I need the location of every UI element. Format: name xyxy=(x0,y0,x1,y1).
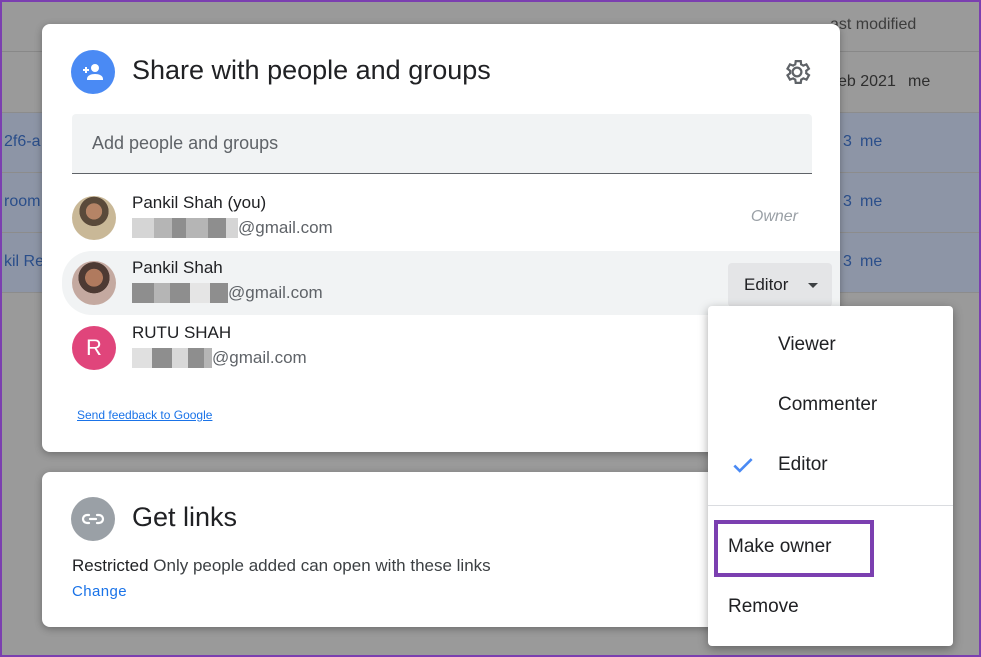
role-menu: Viewer Commenter Editor Make owner Remov… xyxy=(708,306,953,646)
email-domain: @gmail.com xyxy=(228,283,323,302)
menu-divider xyxy=(708,505,953,506)
redacted-block xyxy=(154,283,170,303)
menu-item-commenter[interactable]: Commenter xyxy=(708,376,953,436)
redacted-block xyxy=(188,348,204,368)
access-status: Restricted Only people added can open wi… xyxy=(72,556,491,576)
file-modified-date: 3 xyxy=(843,253,852,270)
menu-item-viewer[interactable]: Viewer xyxy=(708,316,953,376)
file-modified-by: me xyxy=(860,133,883,150)
file-name: room xyxy=(4,193,41,210)
redacted-block xyxy=(190,283,210,303)
gear-icon[interactable] xyxy=(782,57,812,87)
file-modified-by: me xyxy=(908,73,931,90)
redacted-block xyxy=(152,348,172,368)
redacted-block xyxy=(186,218,208,238)
link-icon xyxy=(71,497,115,541)
chevron-down-icon xyxy=(808,283,818,288)
file-modified-by: me xyxy=(860,253,883,270)
menu-item-label: Remove xyxy=(728,596,799,617)
redacted-block xyxy=(208,218,226,238)
add-people-input[interactable] xyxy=(72,114,812,174)
role-dropdown-label: Editor xyxy=(744,275,789,294)
redacted-block xyxy=(154,218,172,238)
redacted-block xyxy=(226,218,238,238)
get-links-title: Get links xyxy=(132,502,238,532)
role-label-owner: Owner xyxy=(750,208,798,225)
menu-item-editor[interactable]: Editor xyxy=(708,436,953,496)
avatar xyxy=(72,196,116,240)
redacted-block xyxy=(172,218,186,238)
annotation-highlight-box xyxy=(714,520,874,577)
redacted-block xyxy=(210,283,228,303)
person-email: @gmail.com xyxy=(132,283,323,303)
restricted-description: Only people added can open with these li… xyxy=(153,556,491,575)
person-name: RUTU SHAH xyxy=(132,323,232,342)
email-domain: @gmail.com xyxy=(212,348,307,367)
check-icon xyxy=(730,452,756,478)
redacted-block xyxy=(172,348,188,368)
menu-item-label: Viewer xyxy=(778,334,836,355)
redacted-block xyxy=(204,348,212,368)
file-name: 2f6-a xyxy=(4,133,41,150)
column-last-modified[interactable]: ast modified xyxy=(830,16,916,34)
dialog-title: Share with people and groups xyxy=(132,55,491,85)
person-email: @gmail.com xyxy=(132,218,333,238)
file-modified-date: eb 2021 xyxy=(838,73,896,90)
avatar xyxy=(72,261,116,305)
send-feedback-link[interactable]: Send feedback to Google xyxy=(77,408,212,422)
avatar: R xyxy=(72,326,116,370)
file-modified-date: 3 xyxy=(843,193,852,210)
redacted-block xyxy=(132,283,154,303)
menu-item-label: Editor xyxy=(778,454,828,475)
restricted-label: Restricted xyxy=(72,556,149,575)
menu-item-label: Commenter xyxy=(778,394,878,415)
person-row-owner[interactable]: Pankil Shah (you) @gmail.com Owner xyxy=(62,186,840,250)
menu-item-remove[interactable]: Remove xyxy=(708,578,953,638)
person-name: Pankil Shah xyxy=(132,258,223,277)
role-dropdown-button[interactable]: Editor xyxy=(728,263,832,307)
person-name: Pankil Shah (you) xyxy=(132,193,267,212)
email-domain: @gmail.com xyxy=(238,218,333,237)
person-email: @gmail.com xyxy=(132,348,307,368)
file-modified-by: me xyxy=(860,193,883,210)
redacted-block xyxy=(132,218,154,238)
change-access-button[interactable]: Change xyxy=(72,583,127,600)
redacted-block xyxy=(170,283,190,303)
add-person-icon xyxy=(71,50,115,94)
file-modified-date: 3 xyxy=(843,133,852,150)
redacted-block xyxy=(132,348,152,368)
